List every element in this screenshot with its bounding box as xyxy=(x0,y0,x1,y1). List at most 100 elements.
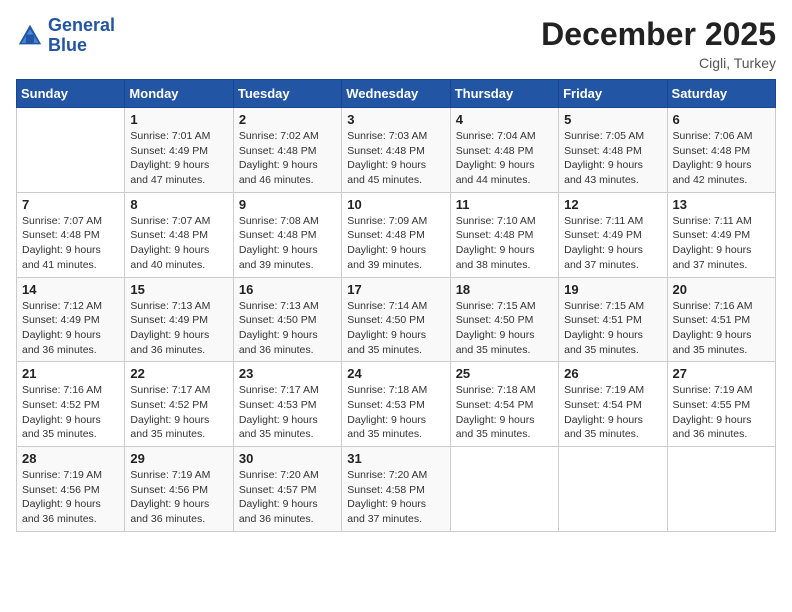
table-row: 2 Sunrise: 7:02 AMSunset: 4:48 PMDayligh… xyxy=(233,108,341,193)
table-row: 1 Sunrise: 7:01 AMSunset: 4:49 PMDayligh… xyxy=(125,108,233,193)
day-number: 21 xyxy=(22,366,119,381)
days-header-row: Sunday Monday Tuesday Wednesday Thursday… xyxy=(17,80,776,108)
day-info: Sunrise: 7:02 AMSunset: 4:48 PMDaylight:… xyxy=(239,129,336,188)
day-info: Sunrise: 7:19 AMSunset: 4:54 PMDaylight:… xyxy=(564,383,661,442)
day-number: 20 xyxy=(673,282,770,297)
title-section: December 2025 Cigli, Turkey xyxy=(541,16,776,71)
day-info: Sunrise: 7:15 AMSunset: 4:51 PMDaylight:… xyxy=(564,299,661,358)
day-number: 27 xyxy=(673,366,770,381)
table-row: 9 Sunrise: 7:08 AMSunset: 4:48 PMDayligh… xyxy=(233,192,341,277)
table-row: 17 Sunrise: 7:14 AMSunset: 4:50 PMDaylig… xyxy=(342,277,450,362)
logo: General Blue xyxy=(16,16,115,56)
day-info: Sunrise: 7:19 AMSunset: 4:56 PMDaylight:… xyxy=(22,468,119,527)
header-monday: Monday xyxy=(125,80,233,108)
table-row: 12 Sunrise: 7:11 AMSunset: 4:49 PMDaylig… xyxy=(559,192,667,277)
day-number: 9 xyxy=(239,197,336,212)
table-row: 19 Sunrise: 7:15 AMSunset: 4:51 PMDaylig… xyxy=(559,277,667,362)
table-row: 27 Sunrise: 7:19 AMSunset: 4:55 PMDaylig… xyxy=(667,362,775,447)
table-row: 31 Sunrise: 7:20 AMSunset: 4:58 PMDaylig… xyxy=(342,447,450,532)
day-info: Sunrise: 7:08 AMSunset: 4:48 PMDaylight:… xyxy=(239,214,336,273)
day-info: Sunrise: 7:13 AMSunset: 4:49 PMDaylight:… xyxy=(130,299,227,358)
table-row: 13 Sunrise: 7:11 AMSunset: 4:49 PMDaylig… xyxy=(667,192,775,277)
day-info: Sunrise: 7:15 AMSunset: 4:50 PMDaylight:… xyxy=(456,299,553,358)
day-info: Sunrise: 7:20 AMSunset: 4:57 PMDaylight:… xyxy=(239,468,336,527)
day-info: Sunrise: 7:05 AMSunset: 4:48 PMDaylight:… xyxy=(564,129,661,188)
day-number: 26 xyxy=(564,366,661,381)
table-row: 18 Sunrise: 7:15 AMSunset: 4:50 PMDaylig… xyxy=(450,277,558,362)
day-number: 8 xyxy=(130,197,227,212)
day-info: Sunrise: 7:01 AMSunset: 4:49 PMDaylight:… xyxy=(130,129,227,188)
day-info: Sunrise: 7:12 AMSunset: 4:49 PMDaylight:… xyxy=(22,299,119,358)
day-number: 5 xyxy=(564,112,661,127)
day-number: 22 xyxy=(130,366,227,381)
day-info: Sunrise: 7:11 AMSunset: 4:49 PMDaylight:… xyxy=(564,214,661,273)
week-row-5: 28 Sunrise: 7:19 AMSunset: 4:56 PMDaylig… xyxy=(17,447,776,532)
day-info: Sunrise: 7:20 AMSunset: 4:58 PMDaylight:… xyxy=(347,468,444,527)
day-number: 23 xyxy=(239,366,336,381)
table-row xyxy=(667,447,775,532)
table-row: 6 Sunrise: 7:06 AMSunset: 4:48 PMDayligh… xyxy=(667,108,775,193)
table-row: 20 Sunrise: 7:16 AMSunset: 4:51 PMDaylig… xyxy=(667,277,775,362)
table-row: 28 Sunrise: 7:19 AMSunset: 4:56 PMDaylig… xyxy=(17,447,125,532)
table-row: 4 Sunrise: 7:04 AMSunset: 4:48 PMDayligh… xyxy=(450,108,558,193)
day-info: Sunrise: 7:17 AMSunset: 4:53 PMDaylight:… xyxy=(239,383,336,442)
day-info: Sunrise: 7:09 AMSunset: 4:48 PMDaylight:… xyxy=(347,214,444,273)
day-number: 19 xyxy=(564,282,661,297)
day-number: 3 xyxy=(347,112,444,127)
day-info: Sunrise: 7:17 AMSunset: 4:52 PMDaylight:… xyxy=(130,383,227,442)
day-number: 24 xyxy=(347,366,444,381)
logo-icon xyxy=(16,22,44,50)
table-row: 23 Sunrise: 7:17 AMSunset: 4:53 PMDaylig… xyxy=(233,362,341,447)
table-row: 7 Sunrise: 7:07 AMSunset: 4:48 PMDayligh… xyxy=(17,192,125,277)
table-row: 26 Sunrise: 7:19 AMSunset: 4:54 PMDaylig… xyxy=(559,362,667,447)
day-info: Sunrise: 7:19 AMSunset: 4:55 PMDaylight:… xyxy=(673,383,770,442)
header-sunday: Sunday xyxy=(17,80,125,108)
day-info: Sunrise: 7:04 AMSunset: 4:48 PMDaylight:… xyxy=(456,129,553,188)
day-number: 10 xyxy=(347,197,444,212)
day-number: 16 xyxy=(239,282,336,297)
day-info: Sunrise: 7:19 AMSunset: 4:56 PMDaylight:… xyxy=(130,468,227,527)
table-row: 11 Sunrise: 7:10 AMSunset: 4:48 PMDaylig… xyxy=(450,192,558,277)
table-row: 15 Sunrise: 7:13 AMSunset: 4:49 PMDaylig… xyxy=(125,277,233,362)
day-number: 2 xyxy=(239,112,336,127)
table-row xyxy=(559,447,667,532)
day-number: 11 xyxy=(456,197,553,212)
page-container: General Blue December 2025 Cigli, Turkey… xyxy=(16,16,776,532)
week-row-4: 21 Sunrise: 7:16 AMSunset: 4:52 PMDaylig… xyxy=(17,362,776,447)
header: General Blue December 2025 Cigli, Turkey xyxy=(16,16,776,71)
day-number: 13 xyxy=(673,197,770,212)
day-info: Sunrise: 7:14 AMSunset: 4:50 PMDaylight:… xyxy=(347,299,444,358)
day-info: Sunrise: 7:18 AMSunset: 4:54 PMDaylight:… xyxy=(456,383,553,442)
day-info: Sunrise: 7:06 AMSunset: 4:48 PMDaylight:… xyxy=(673,129,770,188)
day-number: 28 xyxy=(22,451,119,466)
table-row: 30 Sunrise: 7:20 AMSunset: 4:57 PMDaylig… xyxy=(233,447,341,532)
day-info: Sunrise: 7:10 AMSunset: 4:48 PMDaylight:… xyxy=(456,214,553,273)
day-number: 25 xyxy=(456,366,553,381)
day-number: 4 xyxy=(456,112,553,127)
day-info: Sunrise: 7:07 AMSunset: 4:48 PMDaylight:… xyxy=(22,214,119,273)
table-row: 29 Sunrise: 7:19 AMSunset: 4:56 PMDaylig… xyxy=(125,447,233,532)
table-row xyxy=(450,447,558,532)
day-number: 14 xyxy=(22,282,119,297)
logo-text: General Blue xyxy=(48,16,115,56)
header-friday: Friday xyxy=(559,80,667,108)
day-info: Sunrise: 7:18 AMSunset: 4:53 PMDaylight:… xyxy=(347,383,444,442)
table-row: 8 Sunrise: 7:07 AMSunset: 4:48 PMDayligh… xyxy=(125,192,233,277)
week-row-3: 14 Sunrise: 7:12 AMSunset: 4:49 PMDaylig… xyxy=(17,277,776,362)
header-tuesday: Tuesday xyxy=(233,80,341,108)
day-number: 29 xyxy=(130,451,227,466)
day-info: Sunrise: 7:13 AMSunset: 4:50 PMDaylight:… xyxy=(239,299,336,358)
table-row: 24 Sunrise: 7:18 AMSunset: 4:53 PMDaylig… xyxy=(342,362,450,447)
day-number: 30 xyxy=(239,451,336,466)
day-info: Sunrise: 7:11 AMSunset: 4:49 PMDaylight:… xyxy=(673,214,770,273)
day-number: 17 xyxy=(347,282,444,297)
week-row-1: 1 Sunrise: 7:01 AMSunset: 4:49 PMDayligh… xyxy=(17,108,776,193)
header-wednesday: Wednesday xyxy=(342,80,450,108)
day-number: 12 xyxy=(564,197,661,212)
calendar-table: Sunday Monday Tuesday Wednesday Thursday… xyxy=(16,79,776,532)
month-title: December 2025 xyxy=(541,16,776,53)
table-row: 14 Sunrise: 7:12 AMSunset: 4:49 PMDaylig… xyxy=(17,277,125,362)
table-row: 21 Sunrise: 7:16 AMSunset: 4:52 PMDaylig… xyxy=(17,362,125,447)
header-saturday: Saturday xyxy=(667,80,775,108)
table-row: 25 Sunrise: 7:18 AMSunset: 4:54 PMDaylig… xyxy=(450,362,558,447)
